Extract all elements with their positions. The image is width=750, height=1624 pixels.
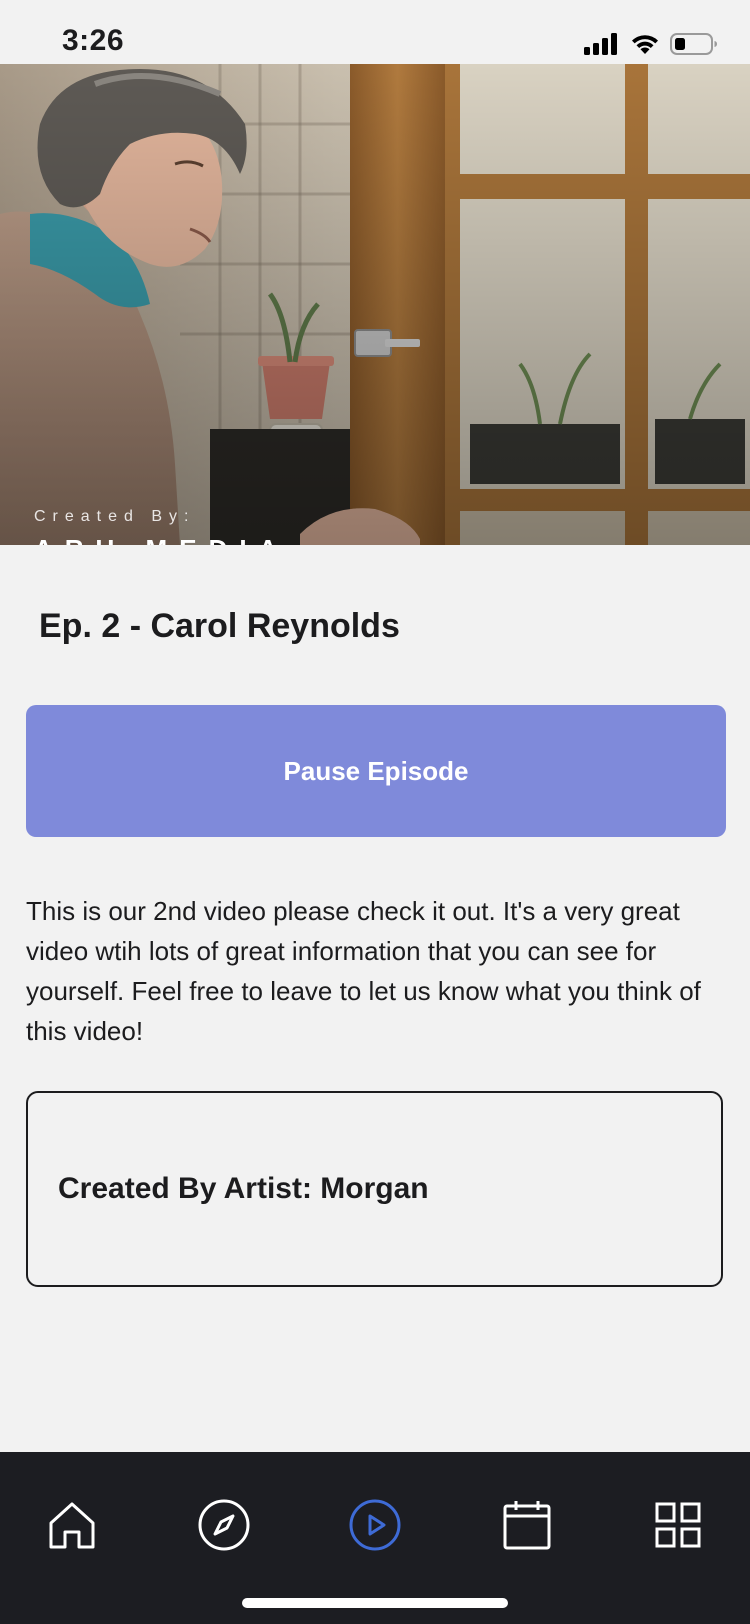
- episode-video-frame[interactable]: Created By: ARU MEDIA: [0, 64, 750, 545]
- tab-calendar[interactable]: [487, 1487, 567, 1567]
- battery-icon: [670, 32, 718, 61]
- episode-description: This is our 2nd video please check it ou…: [26, 896, 701, 1046]
- tab-explore[interactable]: [184, 1487, 264, 1567]
- pause-episode-label: Pause Episode: [283, 755, 469, 786]
- home-icon: [46, 1499, 98, 1556]
- wifi-icon: [630, 33, 660, 60]
- grid-icon: [653, 1500, 703, 1555]
- artist-label: Created By Artist: Morgan: [58, 1172, 429, 1205]
- episode-title: Ep. 2 - Carol Reynolds: [39, 607, 400, 645]
- play-circle-icon: [348, 1498, 402, 1557]
- tab-more[interactable]: [638, 1487, 718, 1567]
- artist-card: Created By Artist: Morgan: [26, 1091, 723, 1287]
- tab-home[interactable]: [32, 1487, 112, 1567]
- status-bar: 3:26: [0, 0, 750, 64]
- status-time: 3:26: [62, 24, 125, 57]
- compass-icon: [197, 1498, 251, 1557]
- status-icons: [584, 32, 718, 61]
- calendar-icon: [501, 1499, 553, 1556]
- hero-caption-created-by: Created By:: [34, 508, 196, 525]
- cellular-signal-icon: [584, 33, 620, 60]
- hero-caption-brand: ARU MEDIA: [34, 534, 289, 545]
- tab-now-playing[interactable]: [335, 1487, 415, 1567]
- pause-episode-button[interactable]: Pause Episode: [26, 705, 726, 837]
- home-indicator[interactable]: [242, 1598, 508, 1608]
- video-still-image: [0, 64, 750, 545]
